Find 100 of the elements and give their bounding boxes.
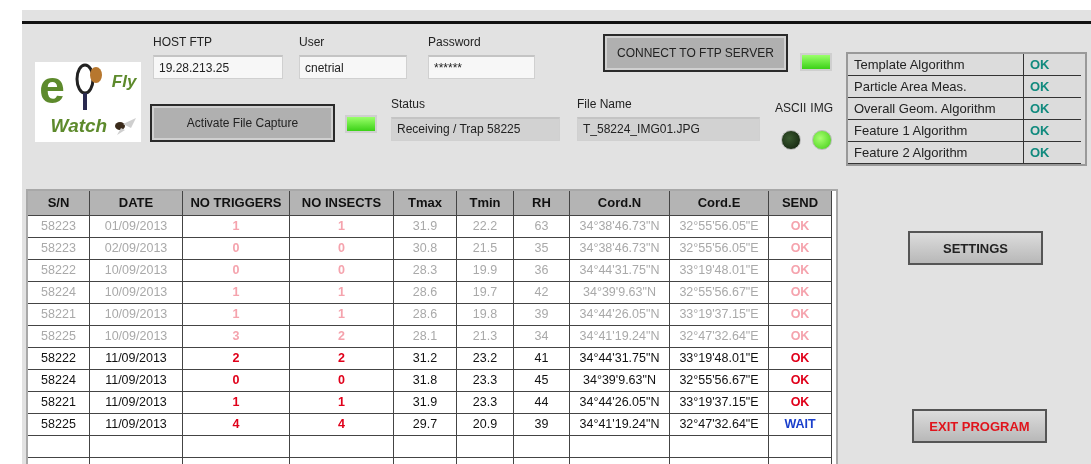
table-cell: 1 <box>290 304 394 326</box>
table-cell: 32°55'56.05"E <box>670 216 769 238</box>
table-cell: 34°39'9.63"N <box>570 370 670 392</box>
table-cell: 11/09/2013 <box>90 370 183 392</box>
table-cell: 0 <box>183 370 290 392</box>
table-cell: 31.9 <box>394 216 457 238</box>
field-label: Status <box>391 96 427 113</box>
algorithm-result: OK <box>1024 142 1081 164</box>
table-cell: 10/09/2013 <box>90 326 183 348</box>
algorithm-result: OK <box>1024 76 1081 98</box>
algorithm-result: OK <box>1024 54 1081 76</box>
send-status: OK <box>769 348 832 370</box>
table-cell: 34 <box>514 326 570 348</box>
connect-button[interactable]: CONNECT TO FTP SERVER <box>603 34 788 72</box>
table-cell: 34°39'9.63"N <box>570 282 670 304</box>
table-cell: 1 <box>183 392 290 414</box>
field-label: Password <box>428 34 482 51</box>
table-cell: 1 <box>290 392 394 414</box>
table-cell: 10/09/2013 <box>90 304 183 326</box>
table-cell: 11/09/2013 <box>90 348 183 370</box>
table-cell: 44 <box>514 392 570 414</box>
table-cell: 0 <box>183 260 290 282</box>
algorithm-name: Template Algorithm <box>848 54 1024 76</box>
table-cell: 33°19'37.15"E <box>670 304 769 326</box>
table-cell: 58223 <box>28 216 90 238</box>
table-cell: 31.8 <box>394 370 457 392</box>
table-cell: 45 <box>514 370 570 392</box>
table-cell: 41 <box>514 348 570 370</box>
field-label: File Name <box>577 96 633 113</box>
input-field[interactable]: 19.28.213.25 <box>153 55 283 79</box>
column-header: Tmax <box>394 191 457 216</box>
table-cell: 39 <box>514 414 570 436</box>
table-cell: 34°38'46.73"N <box>570 216 670 238</box>
table-cell: 32°55'56.05"E <box>670 238 769 260</box>
table-cell: 02/09/2013 <box>90 238 183 260</box>
algorithm-name: Feature 2 Algorithm <box>848 142 1024 164</box>
algorithm-name: Overall Geom. Algorithm <box>848 98 1024 120</box>
settings-button[interactable]: SETTINGS <box>908 231 1043 265</box>
table-cell: 1 <box>183 216 290 238</box>
send-status: OK <box>769 326 832 348</box>
table-cell: 39 <box>514 304 570 326</box>
table-cell: 58221 <box>28 392 90 414</box>
table-cell: 34°38'46.73"N <box>570 238 670 260</box>
send-status: WAIT <box>769 414 832 436</box>
send-status: OK <box>769 392 832 414</box>
column-header: S/N <box>28 191 90 216</box>
table-cell: 11/09/2013 <box>90 414 183 436</box>
table-cell: 58224 <box>28 282 90 304</box>
table-cell: 22.2 <box>457 216 514 238</box>
table-cell: 58224 <box>28 370 90 392</box>
table-cell: 2 <box>290 348 394 370</box>
column-header: NO TRIGGERS <box>183 191 290 216</box>
table-cell: 1 <box>290 216 394 238</box>
table-cell: 31.9 <box>394 392 457 414</box>
table-cell: 58221 <box>28 304 90 326</box>
table-cell: 23.3 <box>457 370 514 392</box>
empty-table-cell <box>28 436 90 458</box>
table-cell: 58222 <box>28 260 90 282</box>
table-cell: 34°44'26.05"N <box>570 304 670 326</box>
table-cell: 28.6 <box>394 282 457 304</box>
logo-text: e <box>39 64 65 110</box>
table-cell: 32°55'56.67"E <box>670 282 769 304</box>
table-cell: 42 <box>514 282 570 304</box>
table-cell: 36 <box>514 260 570 282</box>
table-cell: 19.7 <box>457 282 514 304</box>
table-cell: 2 <box>183 348 290 370</box>
table-cell: 4 <box>183 414 290 436</box>
table-cell: 58225 <box>28 414 90 436</box>
capture-button[interactable]: Activate File Capture <box>150 104 335 142</box>
table-cell: 31.2 <box>394 348 457 370</box>
table-cell: 23.3 <box>457 392 514 414</box>
table-cell: 33°19'48.01"E <box>670 348 769 370</box>
table-cell: 30.8 <box>394 238 457 260</box>
table-cell: 32°47'32.64"E <box>670 414 769 436</box>
table-cell: 1 <box>183 282 290 304</box>
send-status: OK <box>769 238 832 260</box>
input-field[interactable]: ****** <box>428 55 535 79</box>
table-cell: 35 <box>514 238 570 260</box>
table-cell: 1 <box>290 282 394 304</box>
table-cell: 58223 <box>28 238 90 260</box>
table-cell: 23.2 <box>457 348 514 370</box>
table-cell: 34°44'26.05"N <box>570 392 670 414</box>
table-cell: 34°44'31.75"N <box>570 260 670 282</box>
table-cell: 19.8 <box>457 304 514 326</box>
column-header: Cord.E <box>670 191 769 216</box>
table-cell: 20.9 <box>457 414 514 436</box>
send-status: OK <box>769 370 832 392</box>
table-cell: 34°41'19.24"N <box>570 326 670 348</box>
column-header: SEND <box>769 191 832 216</box>
send-status: OK <box>769 216 832 238</box>
empty-table-cell <box>457 436 514 458</box>
table-cell: 33°19'48.01"E <box>670 260 769 282</box>
table-cell: 21.5 <box>457 238 514 260</box>
table-cell: 32°47'32.64"E <box>670 326 769 348</box>
table-cell: 01/09/2013 <box>90 216 183 238</box>
table-cell: 58222 <box>28 348 90 370</box>
send-status: OK <box>769 304 832 326</box>
table-cell: 4 <box>290 414 394 436</box>
send-status: OK <box>769 282 832 304</box>
input-field[interactable]: cnetrial <box>299 55 407 79</box>
